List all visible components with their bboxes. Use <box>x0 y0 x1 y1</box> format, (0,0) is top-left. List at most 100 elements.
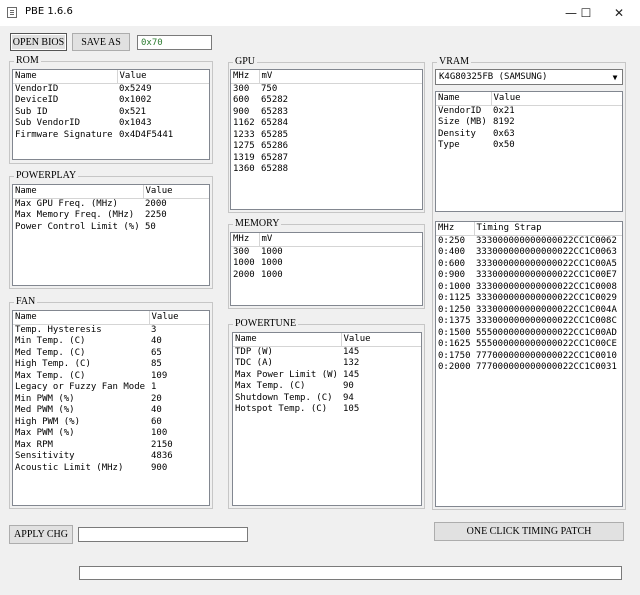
table-row[interactable]: VendorID 0x21 <box>436 105 622 117</box>
table-row[interactable]: TDC (A) 132 <box>233 358 421 370</box>
row-name-cell: Sub VendorID <box>15 118 81 128</box>
table-row[interactable]: Power Control Limit (%) 50 <box>13 222 209 234</box>
table-row[interactable]: 0:1250 333000000000000022CC1C004A <box>436 305 622 317</box>
table-row[interactable]: 0:1125 333000000000000022CC1C0029 <box>436 293 622 305</box>
table-row[interactable]: 1319 65287 <box>231 153 422 165</box>
memory-list[interactable]: MHz mV 300 1000 1000 1000 2000 1000 <box>230 232 423 306</box>
table-row[interactable]: Temp. Hysteresis 3 <box>13 324 209 336</box>
table-row[interactable]: 300 750 <box>231 83 422 95</box>
column-header[interactable]: Name <box>13 70 118 84</box>
column-header[interactable]: Value <box>117 70 209 84</box>
rom-list[interactable]: Name Value VendorID 0x5249 DeviceID 0x1002 S… <box>12 69 210 160</box>
table-row[interactable]: 0:1375 333000000000000022CC1C008C <box>436 316 622 328</box>
table-row[interactable]: 1000 1000 <box>231 258 422 270</box>
column-header[interactable]: mV <box>259 233 422 247</box>
table-row[interactable]: Type 0x50 <box>436 140 622 152</box>
gpu-list[interactable]: MHz mV 300 750 600 65282 900 65283 1162 65284 12… <box>230 69 423 210</box>
column-header[interactable]: Value <box>341 333 421 347</box>
chevron-down-icon[interactable]: ▼ <box>608 70 622 84</box>
row-name-cell: Sub ID <box>15 106 48 117</box>
column-header[interactable]: MHz <box>231 233 260 247</box>
table-row[interactable]: Legacy or Fuzzy Fan Mode 1 <box>13 382 209 394</box>
table-row[interactable]: 0:250 333000000000000022CC1C0062 <box>436 235 622 247</box>
table-row[interactable]: Hotspot Temp. (C) 105 <box>233 404 421 416</box>
column-header[interactable]: Name <box>436 92 492 106</box>
table-row[interactable]: Firmware Signature 0x4D4F5441 <box>13 130 209 142</box>
column-header[interactable]: mV <box>259 70 422 84</box>
row-name-cell: 0:600 <box>438 258 466 269</box>
powerplay-list[interactable]: Name Value Max GPU Freq. (MHz) 2000 Max Me… <box>12 184 210 286</box>
table-row[interactable]: 0:900 333000000000000022CC1C00E7 <box>436 270 622 282</box>
open-bios-button[interactable]: OPEN BIOS <box>10 33 67 51</box>
table-row[interactable]: High Temp. (C) 85 <box>13 359 209 371</box>
table-row[interactable]: Min PWM (%) 20 <box>13 394 209 406</box>
row-name-cell: 0:2000 <box>438 362 471 372</box>
table-row[interactable]: Sensitivity 4836 <box>13 451 209 463</box>
timing-strap-list[interactable]: MHz Timing Strap 0:250 333000000000000022… <box>435 221 623 507</box>
table-row[interactable]: Min Temp. (C) 40 <box>13 336 209 348</box>
vram-module-dropdown[interactable]: K4G80325FB (SAMSUNG) ▼ <box>435 69 623 85</box>
row-name-cell: Max GPU Freq. (MHz) <box>15 198 118 209</box>
column-header[interactable]: Value <box>143 185 209 199</box>
table-row[interactable]: Med Temp. (C) 65 <box>13 348 209 360</box>
table-row[interactable]: 300 1000 <box>231 246 422 258</box>
table-row[interactable]: Med PWM (%) 40 <box>13 405 209 417</box>
table-row[interactable]: DeviceID 0x1002 <box>13 95 209 107</box>
table-row[interactable]: 0:1000 333000000000000022CC1C0008 <box>436 282 622 294</box>
table-row[interactable]: VendorID 0x5249 <box>13 83 209 95</box>
vram-info-list[interactable]: Name Value VendorID 0x21 Size (MB) 8192 Dens… <box>435 91 623 212</box>
table-row[interactable]: Max PWM (%) 100 <box>13 428 209 440</box>
row-value-cell: 333000000000000022CC1C0063 <box>476 247 617 257</box>
table-row[interactable]: 0:1500 555000000000000022CC1C00AD <box>436 328 622 340</box>
table-row[interactable]: Sub VendorID 0x1043 <box>13 118 209 130</box>
powertune-list[interactable]: Name Value TDP (W) 145 TDC (A) 132 Max Power… <box>232 332 422 506</box>
column-header[interactable]: Name <box>13 185 144 199</box>
row-value-cell: 65286 <box>261 141 289 151</box>
apply-status-field[interactable] <box>78 527 248 542</box>
fan-list[interactable]: Name Value Temp. Hysteresis 3 Min Temp. (C… <box>12 310 210 506</box>
table-row[interactable]: Density 0x63 <box>436 129 622 141</box>
row-value-cell: 333000000000000022CC1C00E7 <box>476 270 617 280</box>
table-row[interactable]: Max Temp. (C) 90 <box>233 381 421 393</box>
hex-value-field[interactable]: 0x70 <box>137 35 212 50</box>
table-row[interactable]: 900 65283 <box>231 107 422 119</box>
column-header[interactable]: MHz <box>231 70 260 84</box>
one-click-timing-patch-button[interactable]: ONE CLICK TIMING PATCH <box>434 522 624 541</box>
column-header[interactable]: Value <box>491 92 622 106</box>
table-row[interactable]: 2000 1000 <box>231 270 422 282</box>
table-row[interactable]: High PWM (%) 60 <box>13 417 209 429</box>
row-value-cell: 2150 <box>151 439 173 450</box>
row-name-cell: DeviceID <box>15 95 59 105</box>
column-header[interactable]: Timing Strap <box>474 222 622 236</box>
table-row[interactable]: Sub ID 0x521 <box>13 107 209 119</box>
column-header[interactable]: MHz <box>436 222 475 236</box>
table-row[interactable]: 0:600 333000000000000022CC1C00A5 <box>436 259 622 271</box>
table-row[interactable]: Max Power Limit (W) 145 <box>233 370 421 382</box>
close-button[interactable]: ✕ <box>598 0 640 26</box>
table-row[interactable]: 1233 65285 <box>231 130 422 142</box>
apply-changes-button[interactable]: APPLY CHG <box>9 525 73 544</box>
table-row[interactable]: Max Memory Freq. (MHz) 2250 <box>13 210 209 222</box>
table-row[interactable]: 0:400 333000000000000022CC1C0063 <box>436 247 622 259</box>
table-row[interactable]: TDP (W) 145 <box>233 346 421 358</box>
column-header[interactable]: Name <box>233 333 342 347</box>
table-row[interactable]: 600 65282 <box>231 95 422 107</box>
powertune-group-label: POWERTUNE <box>233 318 299 329</box>
row-name-cell: VendorID <box>438 105 482 116</box>
column-header[interactable]: Name <box>13 311 150 325</box>
table-row[interactable]: 0:1625 555000000000000022CC1C00CE <box>436 339 622 351</box>
table-row[interactable]: 1162 65284 <box>231 118 422 130</box>
table-row[interactable]: Max GPU Freq. (MHz) 2000 <box>13 198 209 210</box>
column-header[interactable]: Value <box>149 311 209 325</box>
table-row[interactable]: 1360 65288 <box>231 164 422 176</box>
table-row[interactable]: Size (MB) 8192 <box>436 117 622 129</box>
save-as-button[interactable]: SAVE AS <box>72 33 130 51</box>
table-row[interactable]: 1275 65286 <box>231 141 422 153</box>
table-row[interactable]: 0:2000 777000000000000022CC1C0031 <box>436 362 622 374</box>
table-row[interactable]: Max RPM 2150 <box>13 440 209 452</box>
table-row[interactable]: Max Temp. (C) 109 <box>13 371 209 383</box>
status-bar-field[interactable] <box>79 566 622 580</box>
table-row[interactable]: 0:1750 777000000000000022CC1C0010 <box>436 351 622 363</box>
table-row[interactable]: Shutdown Temp. (C) 94 <box>233 393 421 405</box>
table-row[interactable]: Acoustic Limit (MHz) 900 <box>13 463 209 475</box>
